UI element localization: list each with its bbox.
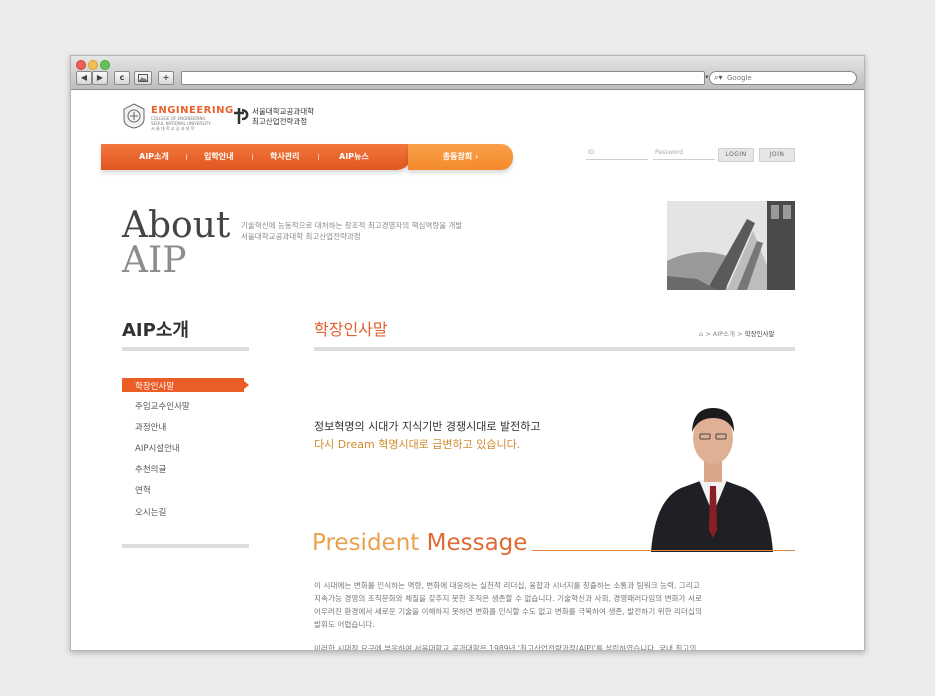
sidebar-item-course[interactable]: 과정안내: [135, 421, 166, 433]
minimize-window-button[interactable]: [88, 60, 98, 70]
address-bar[interactable]: [181, 71, 705, 85]
logo-engineering-text: ENGINEERING: [151, 105, 234, 116]
image-icon: [138, 74, 148, 82]
nav-separator: [186, 154, 187, 160]
breadcrumb-aip-intro[interactable]: AIP소개: [713, 330, 735, 338]
search-icon: ⌕▾: [714, 73, 723, 82]
browser-window: ◀ ▶ c + ▾ ⌕▾ Google ENGINEERING COLLEGE …: [70, 55, 865, 651]
browser-toolbar: ◀ ▶ c + ▾ ⌕▾ Google: [71, 56, 864, 90]
sidebar-item-professor[interactable]: 주임교수인사말: [135, 400, 190, 412]
login-button[interactable]: LOGIN: [718, 148, 754, 162]
president-message-title: President Message: [312, 528, 527, 558]
university-emblem-icon: [122, 103, 146, 129]
home-icon[interactable]: ⌂: [699, 330, 703, 338]
nav-item-news[interactable]: AIP뉴스: [339, 144, 369, 170]
logo-kr-line1: 서울대학교공과대학: [252, 107, 315, 116]
sidebar-title: AIP소개: [122, 320, 189, 341]
headline-line1: 정보혁명의 시대가 지식기반 경쟁시대로 발전하고: [314, 420, 541, 433]
sidebar-item-label: 학장인사말: [135, 382, 175, 392]
nav-separator: [252, 154, 253, 160]
logo-sub3: 서 울 대 학 교 공 과 대 학: [151, 126, 195, 131]
content-title-divider: [314, 347, 795, 351]
content-title: 학장인사말: [314, 320, 388, 339]
nav-item-academic[interactable]: 학사관리: [270, 144, 299, 170]
breadcrumb-current: 학장인사말: [744, 330, 775, 338]
hero-title-about: About: [122, 205, 231, 246]
main-nav: AIP소개 입학안내 학사관리 AIP뉴스: [101, 144, 411, 170]
hero-desc-line2: 서울대학교공과대학 최고산업전략과정: [241, 232, 361, 241]
president-message-title-part1: President: [312, 530, 427, 556]
active-arrow-icon: [244, 381, 249, 389]
sidebar-item-president-active[interactable]: 학장인사말: [122, 378, 249, 392]
sidebar-item-directions[interactable]: 오시는길: [135, 506, 166, 518]
breadcrumb-sep: >: [737, 330, 743, 338]
password-input[interactable]: Password: [653, 147, 715, 160]
message-line: 어우러진 환경에서 새로운 기술을 이해하지 못하면 변화를 인식할 수도 없고…: [314, 607, 702, 616]
search-placeholder: Google: [727, 74, 752, 82]
nav-item-admission[interactable]: 입학안내: [204, 144, 233, 170]
president-message-title-part2: Message: [426, 530, 528, 556]
message-line: 발휘도 어렵습니다.: [314, 620, 375, 629]
address-dropdown-icon[interactable]: ▾: [705, 73, 709, 81]
message-line: 이 시대에는 변화를 인식하는 역량, 변화에 대응하는 실천적 리더십, 융합…: [314, 581, 700, 590]
nav-separator: [318, 154, 319, 160]
zoom-window-button[interactable]: [100, 60, 110, 70]
back-icon: ◀: [80, 73, 88, 82]
section-title-underline: [532, 550, 795, 551]
plus-icon: +: [162, 73, 170, 82]
hero-desc-line1: 기술혁신에 능동적으로 대처하는 창조적 최고경영자의 핵심역량을 개발: [241, 221, 463, 230]
logo-kr-line2: 최고산업전략과정: [252, 117, 308, 126]
reload-icon: c: [119, 73, 125, 82]
president-photo: [641, 380, 781, 552]
aip-logo-icon: [233, 107, 249, 125]
search-field[interactable]: ⌕▾ Google: [709, 71, 857, 85]
sidebar-item-history[interactable]: 연혁: [135, 484, 151, 496]
headline-line2: 다시 Dream 혁명시대로 급변하고 있습니다.: [314, 438, 521, 451]
close-window-button[interactable]: [76, 60, 86, 70]
add-bookmark-button[interactable]: +: [158, 71, 174, 85]
building-photo: [667, 201, 795, 290]
logo-korean[interactable]: 서울대학교공과대학 최고산업전략과정: [252, 107, 314, 127]
nav-item-aip-intro[interactable]: AIP소개: [139, 144, 169, 170]
message-paragraph-1: 이 시대에는 변화를 인식하는 역량, 변화에 대응하는 실천적 리더십, 융합…: [314, 579, 814, 631]
sidebar-item-facilities[interactable]: AIP시설안내: [135, 442, 180, 454]
sidebar-bottom-divider: [122, 544, 249, 548]
screenshot-button[interactable]: [134, 71, 152, 85]
reload-button[interactable]: c: [114, 71, 130, 85]
web-page: ENGINEERING COLLEGE OF ENGINEERING SEOUL…: [71, 90, 864, 650]
message-paragraph-2: 이러한 시대적 요구에 부응하여 서울대학교 공과대학은 1989년 '최고산업…: [314, 644, 697, 650]
sidebar-title-divider: [122, 347, 249, 351]
breadcrumb: ⌂ > AIP소개 > 학장인사말: [699, 328, 775, 338]
logo-english[interactable]: ENGINEERING COLLEGE OF ENGINEERING SEOUL…: [151, 105, 234, 131]
back-button[interactable]: ◀: [76, 71, 92, 85]
hero-title-aip: AIP: [122, 240, 187, 281]
forward-button[interactable]: ▶: [92, 71, 108, 85]
join-button[interactable]: JOIN: [759, 148, 795, 162]
nav-item-alumni[interactable]: 총동창회 ›: [408, 144, 513, 170]
breadcrumb-sep: >: [705, 330, 711, 338]
hero-description: 기술혁신에 능동적으로 대처하는 창조적 최고경영자의 핵심역량을 개발 서울대…: [241, 220, 462, 242]
id-input[interactable]: ID: [586, 147, 648, 160]
forward-icon: ▶: [96, 73, 104, 82]
message-line: 지속가능 경영의 조직문화와 체질을 갖추지 못한 조직은 생존할 수 없습니다…: [314, 594, 702, 603]
sidebar-item-recommendation[interactable]: 추천의글: [135, 463, 166, 475]
